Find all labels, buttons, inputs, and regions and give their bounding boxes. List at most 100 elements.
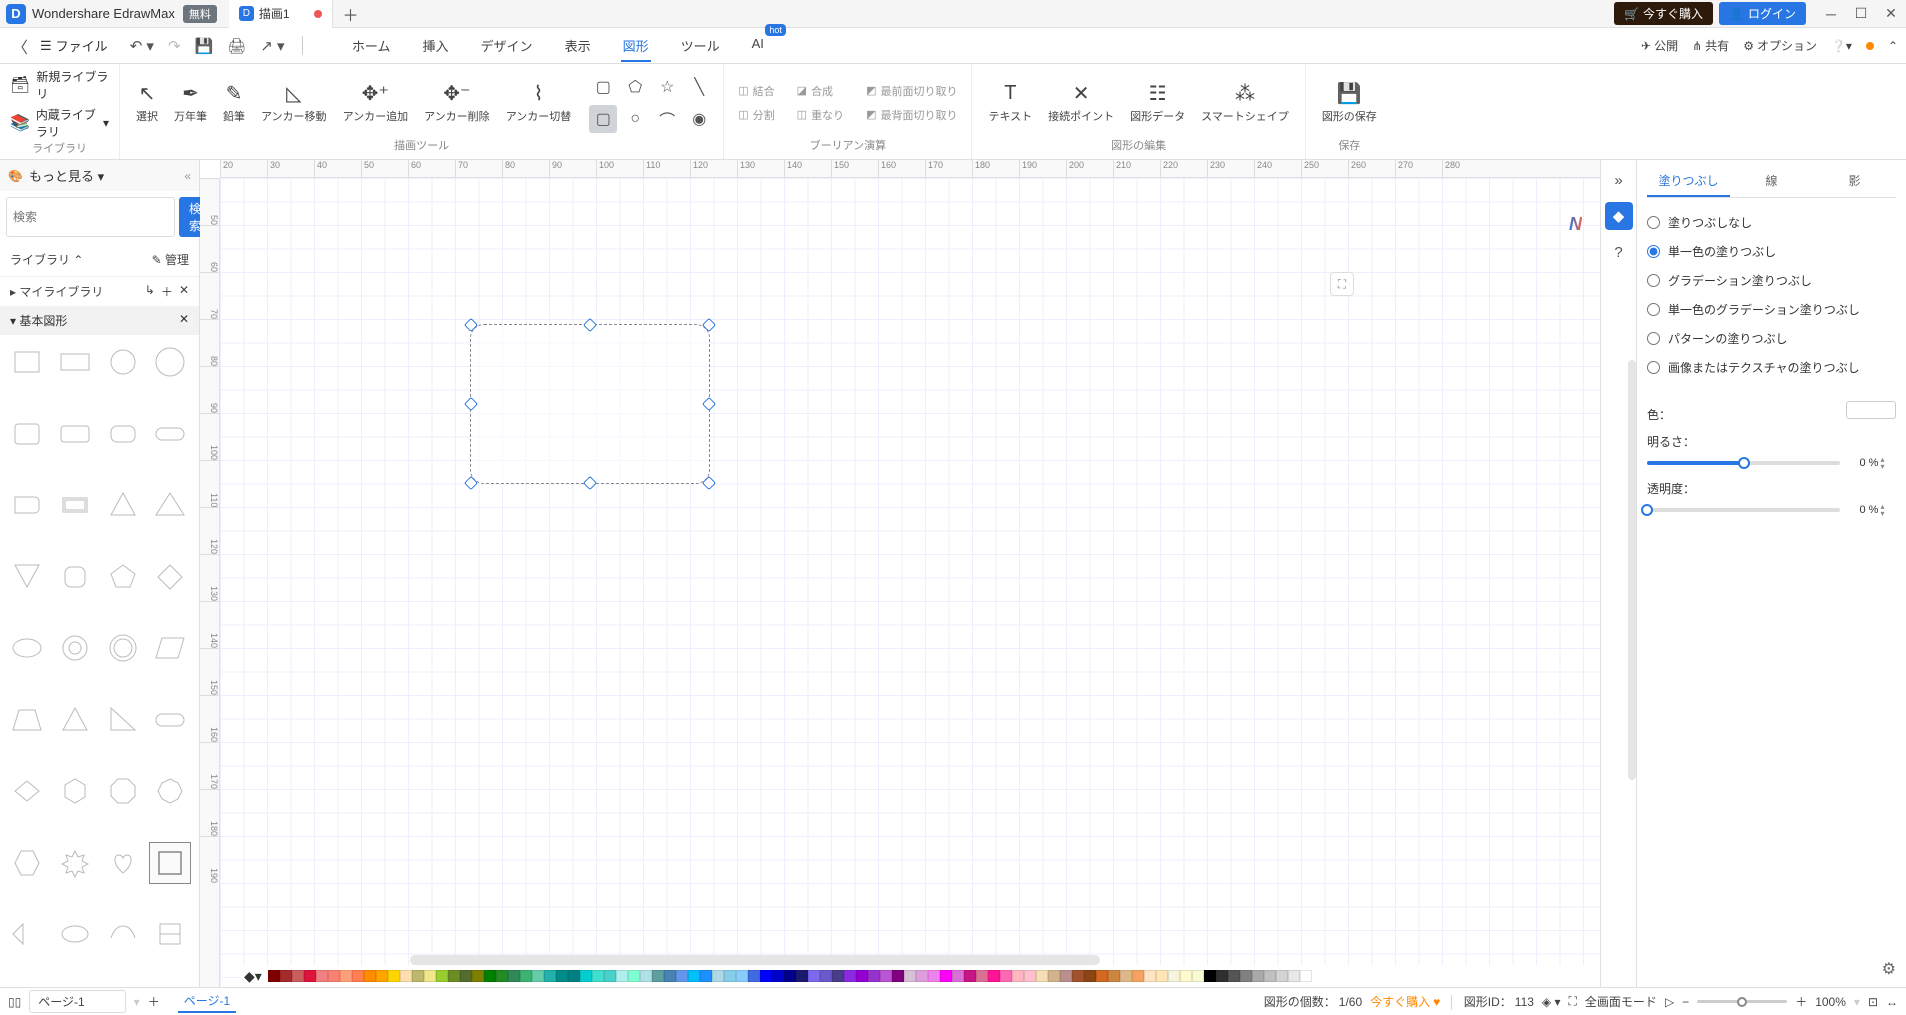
- share-button[interactable]: ⋔共有: [1692, 37, 1729, 54]
- shape-item[interactable]: [6, 842, 48, 884]
- color-swatch[interactable]: [1228, 970, 1240, 982]
- color-swatch[interactable]: [664, 970, 676, 982]
- shape-item[interactable]: [54, 556, 96, 598]
- fill-gradient-option[interactable]: グラデーション塗りつぶし: [1647, 266, 1896, 295]
- color-swatch[interactable]: [1156, 970, 1168, 982]
- color-swatch[interactable]: [448, 970, 460, 982]
- opacity-stepper[interactable]: ▴▾: [1880, 503, 1884, 517]
- shape-item[interactable]: [102, 913, 144, 955]
- front-crop-button[interactable]: ◩最前面切り取り: [862, 81, 961, 101]
- collapse-sidebar-button[interactable]: «: [184, 169, 191, 183]
- arc-tool[interactable]: ⌒: [653, 105, 681, 133]
- pen-tool[interactable]: ✒万年筆: [168, 80, 213, 126]
- back-crop-button[interactable]: ◩最背面切り取り: [862, 105, 961, 125]
- color-swatch[interactable]: [1204, 970, 1216, 982]
- color-swatch[interactable]: [1144, 970, 1156, 982]
- color-swatch[interactable]: [1000, 970, 1012, 982]
- shape-item[interactable]: [54, 627, 96, 669]
- tab-tool[interactable]: ツール: [679, 30, 722, 61]
- shape-item[interactable]: [54, 413, 96, 455]
- minimize-button[interactable]: ─: [1816, 0, 1846, 28]
- color-swatch[interactable]: [700, 970, 712, 982]
- panel-tab-fill[interactable]: 塗りつぶし: [1647, 166, 1730, 197]
- panel-settings-icon[interactable]: ⚙: [1882, 961, 1896, 978]
- color-swatch[interactable]: [1132, 970, 1144, 982]
- shape-item[interactable]: [149, 913, 191, 955]
- shape-item[interactable]: [54, 770, 96, 812]
- color-swatch[interactable]: [784, 970, 796, 982]
- expand-panel-button[interactable]: »: [1605, 166, 1633, 194]
- shape-item[interactable]: [102, 484, 144, 526]
- add-tab-button[interactable]: ＋: [343, 2, 359, 26]
- shape-item[interactable]: [102, 699, 144, 741]
- rounded-rect-tool[interactable]: ▢: [589, 105, 617, 133]
- spiral-tool[interactable]: ◉: [685, 105, 713, 133]
- color-swatch[interactable]: [688, 970, 700, 982]
- maximize-button[interactable]: ☐: [1846, 0, 1876, 28]
- color-swatch[interactable]: [268, 970, 280, 982]
- color-swatch[interactable]: [1096, 970, 1108, 982]
- color-swatch[interactable]: [1180, 970, 1192, 982]
- shape-item[interactable]: [54, 699, 96, 741]
- shape-item[interactable]: [54, 913, 96, 955]
- panel-tab-shadow[interactable]: 影: [1813, 166, 1896, 197]
- shape-item[interactable]: [6, 556, 48, 598]
- fill-solid-gradient-option[interactable]: 単一色のグラデーション塗りつぶし: [1647, 295, 1896, 324]
- color-swatch[interactable]: [304, 970, 316, 982]
- tab-ai[interactable]: AI hot: [750, 30, 766, 61]
- color-swatch[interactable]: [436, 970, 448, 982]
- shape-item[interactable]: [6, 627, 48, 669]
- save-shape-button[interactable]: 💾図形の保存: [1316, 80, 1383, 126]
- color-swatch[interactable]: [340, 970, 352, 982]
- add-lib-button[interactable]: ＋: [161, 283, 173, 300]
- color-swatch[interactable]: [592, 970, 604, 982]
- color-swatch[interactable]: [292, 970, 304, 982]
- shape-item[interactable]: [6, 913, 48, 955]
- color-swatch[interactable]: [496, 970, 508, 982]
- shape-item[interactable]: [54, 341, 96, 383]
- color-swatch[interactable]: [1168, 970, 1180, 982]
- color-swatch[interactable]: [1216, 970, 1228, 982]
- star-tool[interactable]: ☆: [653, 73, 681, 101]
- zoom-slider[interactable]: [1697, 1000, 1787, 1003]
- rect-tool[interactable]: ▢: [589, 73, 617, 101]
- canvas[interactable]: ⛶ N ◆▾: [220, 178, 1600, 987]
- redo-button[interactable]: ↷: [166, 35, 183, 57]
- fill-texture-option[interactable]: 画像またはテクスチャの塗りつぶし: [1647, 353, 1896, 382]
- drawn-rounded-rect[interactable]: [470, 324, 710, 484]
- shape-item[interactable]: [102, 556, 144, 598]
- line-tool[interactable]: ╲: [685, 73, 713, 101]
- canvas-scrollbar-h[interactable]: [410, 955, 1100, 965]
- options-button[interactable]: ⚙オプション: [1743, 37, 1817, 54]
- shape-item[interactable]: [6, 770, 48, 812]
- color-swatch[interactable]: [952, 970, 964, 982]
- shape-item[interactable]: [102, 341, 144, 383]
- color-swatch[interactable]: [1846, 401, 1896, 419]
- publish-button[interactable]: ✈公開: [1641, 37, 1678, 54]
- fullscreen-icon[interactable]: ⛶: [1569, 994, 1577, 1009]
- shape-item[interactable]: [6, 341, 48, 383]
- color-swatch[interactable]: [1036, 970, 1048, 982]
- library-header[interactable]: ライブラリ ⌃: [10, 251, 83, 268]
- save-button[interactable]: 💾: [193, 35, 216, 57]
- color-swatch[interactable]: [580, 970, 592, 982]
- color-swatch[interactable]: [1120, 970, 1132, 982]
- color-swatch[interactable]: [772, 970, 784, 982]
- color-swatch[interactable]: [964, 970, 976, 982]
- color-picker-tool[interactable]: ◆▾: [244, 968, 262, 985]
- anchor-move-tool[interactable]: ◺アンカー移動: [255, 80, 333, 126]
- polygon-tool[interactable]: ⬠: [621, 73, 649, 101]
- color-swatch[interactable]: [1240, 970, 1252, 982]
- color-swatch[interactable]: [1012, 970, 1024, 982]
- circle-tool[interactable]: ○: [621, 105, 649, 133]
- color-swatch[interactable]: [832, 970, 844, 982]
- fit-width-button[interactable]: ↔: [1886, 995, 1898, 1009]
- shape-item[interactable]: [102, 627, 144, 669]
- color-swatch[interactable]: [328, 970, 340, 982]
- compose-button[interactable]: ◪合成: [793, 81, 848, 101]
- color-swatch[interactable]: [1276, 970, 1288, 982]
- brightness-slider[interactable]: [1647, 461, 1840, 465]
- smart-shape-button[interactable]: ⁂スマートシェイプ: [1195, 80, 1295, 126]
- more-button[interactable]: もっと見る ▾: [29, 166, 178, 185]
- color-swatch[interactable]: [796, 970, 808, 982]
